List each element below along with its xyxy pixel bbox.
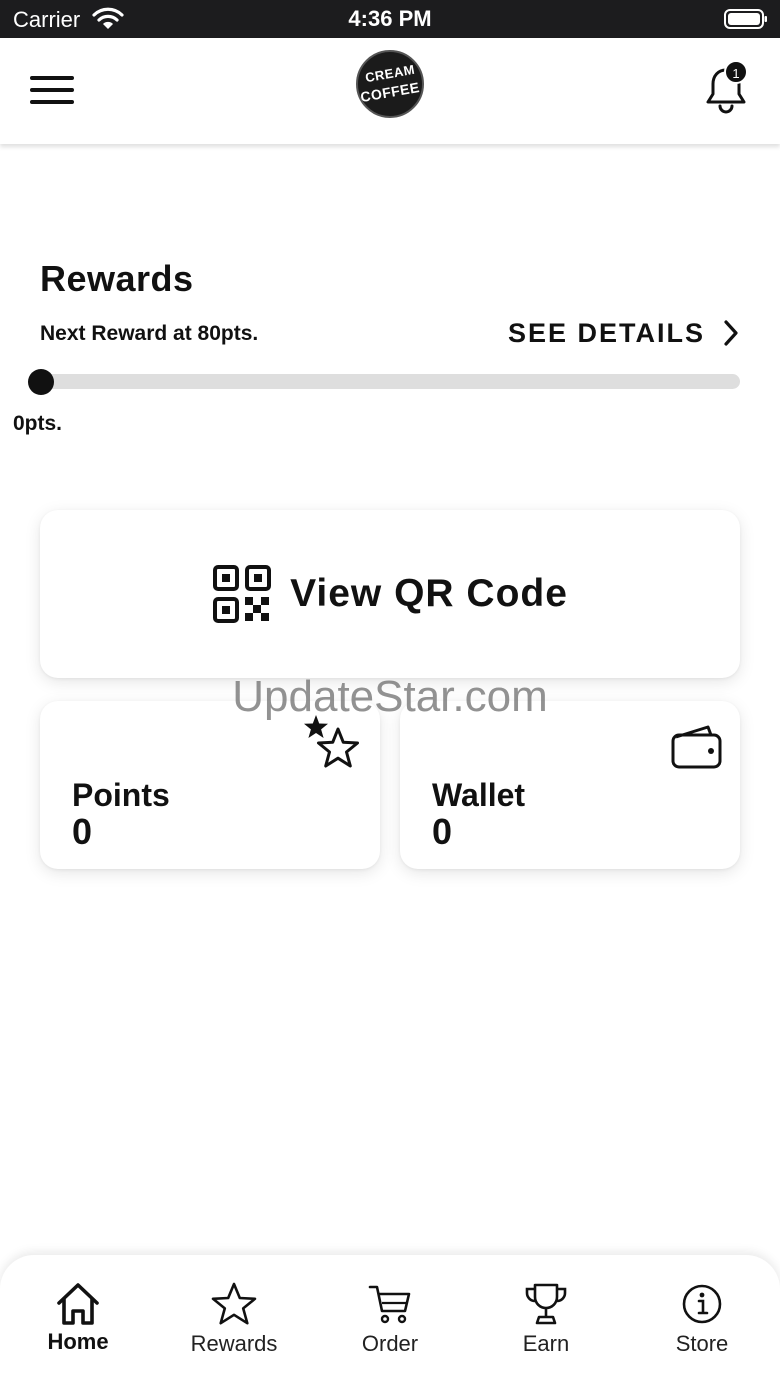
nav-rewards[interactable]: Rewards bbox=[156, 1255, 312, 1387]
nav-label-rewards: Rewards bbox=[190, 1331, 278, 1356]
notifications-button[interactable]: 1 bbox=[704, 58, 754, 114]
rewards-title: Rewards bbox=[40, 258, 194, 299]
watermark: UpdateStar.com bbox=[232, 672, 548, 721]
nav-label-store: Store bbox=[675, 1331, 729, 1356]
chevron-right-icon bbox=[724, 320, 738, 346]
bottom-navigation: Home Rewards Order Earn Store bbox=[0, 1255, 780, 1387]
wallet-icon bbox=[671, 725, 722, 769]
status-bar: Carrier 4:36 PM bbox=[0, 0, 780, 38]
wallet-title: Wallet bbox=[432, 777, 526, 813]
status-time: 4:36 PM bbox=[348, 6, 432, 31]
nav-order[interactable]: Order bbox=[312, 1255, 468, 1387]
nav-store[interactable]: Store bbox=[624, 1255, 780, 1387]
info-icon bbox=[682, 1284, 722, 1324]
see-details-link[interactable]: SEE DETAILS bbox=[508, 316, 741, 350]
nav-label-order: Order bbox=[361, 1331, 419, 1356]
current-points-label: 0pts. bbox=[13, 412, 63, 435]
trophy-icon bbox=[525, 1283, 567, 1325]
view-qr-code-label: View QR Code bbox=[290, 572, 568, 615]
brand-logo: CREAM COFFEE bbox=[356, 50, 424, 118]
rewards-progress-bar bbox=[28, 369, 740, 395]
notification-badge: 1 bbox=[724, 60, 748, 84]
view-qr-code-button[interactable]: View QR Code bbox=[40, 510, 740, 678]
qr-code-icon bbox=[213, 565, 272, 623]
nav-earn[interactable]: Earn bbox=[468, 1255, 624, 1387]
wallet-value: 0 bbox=[432, 811, 453, 852]
nav-home[interactable]: Home bbox=[0, 1255, 156, 1387]
nav-label-home: Home bbox=[47, 1329, 109, 1354]
points-card[interactable]: Points 0 bbox=[40, 701, 380, 869]
nav-label-earn: Earn bbox=[522, 1331, 570, 1356]
app-header: CREAM COFFEE 1 bbox=[0, 38, 780, 144]
points-value: 0 bbox=[72, 811, 93, 852]
battery-icon bbox=[724, 9, 767, 29]
wallet-card[interactable]: Wallet 0 bbox=[400, 701, 740, 869]
stars-icon bbox=[304, 715, 359, 768]
star-icon bbox=[211, 1282, 257, 1325]
points-title: Points bbox=[72, 777, 170, 813]
cart-icon bbox=[368, 1285, 411, 1324]
next-reward-text: Next Reward at 80pts. bbox=[40, 322, 259, 345]
see-details-label: SEE DETAILS bbox=[508, 317, 706, 348]
home-icon bbox=[57, 1283, 99, 1325]
hamburger-menu-icon[interactable] bbox=[30, 76, 76, 106]
progress-indicator bbox=[28, 369, 54, 395]
